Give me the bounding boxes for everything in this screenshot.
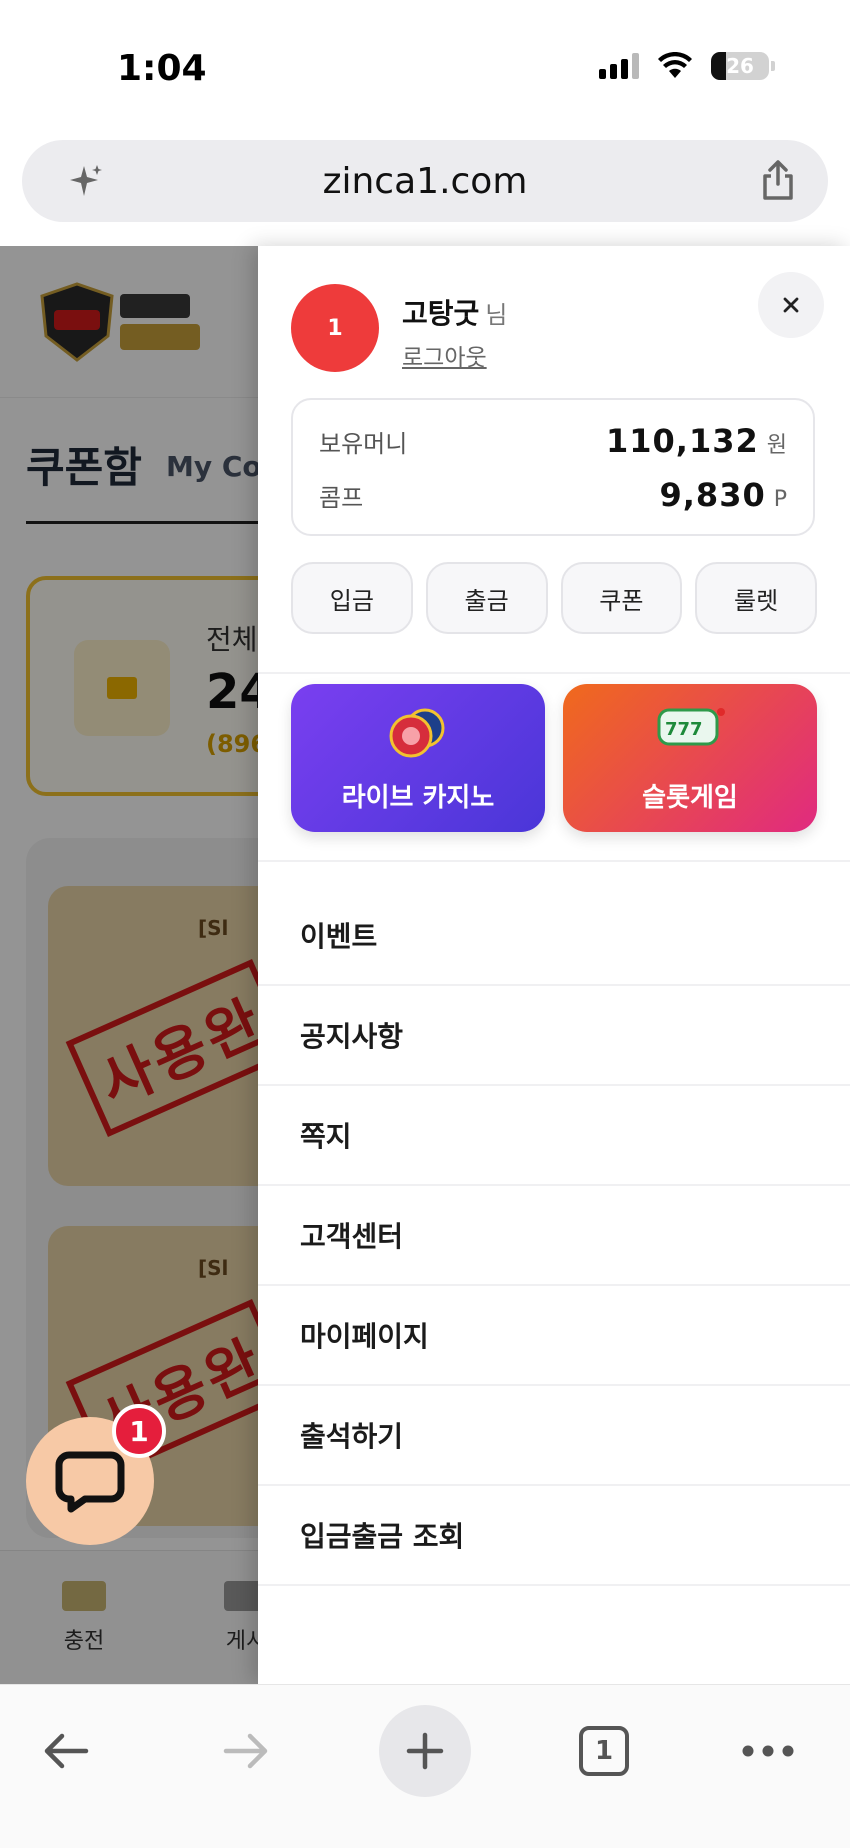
more-button[interactable] [722, 1705, 814, 1797]
logout-link[interactable]: 로그아웃 [402, 338, 487, 372]
comp-label: 콤프 [319, 484, 364, 512]
menu-item-support[interactable]: 고객센터 [258, 1186, 850, 1286]
more-icon [742, 1745, 794, 1757]
url-text: zinca1.com [322, 160, 528, 202]
slot-game-button[interactable]: 777 슬롯게임 [563, 684, 817, 832]
menu-item-event[interactable]: 이벤트 [258, 886, 850, 986]
forward-arrow-icon [223, 1733, 268, 1769]
new-tab-button[interactable] [379, 1705, 471, 1797]
back-button[interactable] [20, 1705, 112, 1797]
user-name: 고탕굿 님 [402, 292, 507, 332]
comp-unit: P [773, 487, 787, 512]
divider [258, 672, 850, 674]
menu-item-mypage[interactable]: 마이페이지 [258, 1286, 850, 1386]
roulette-button[interactable]: 룰렛 [695, 562, 817, 634]
coupon-button[interactable]: 쿠폰 [560, 562, 683, 634]
slot-game-label: 슬롯게임 [642, 783, 738, 813]
close-button[interactable] [758, 272, 824, 338]
drawer-menu: 이벤트 공지사항 쪽지 고객센터 마이페이지 출석하기 입금출금 조회 [258, 886, 850, 1586]
menu-item-messages[interactable]: 쪽지 [258, 1086, 850, 1186]
menu-item-transactions[interactable]: 입금출금 조회 [258, 1486, 850, 1586]
status-icons: 26 [599, 52, 775, 80]
plus-icon [406, 1732, 444, 1770]
svg-text:777: 777 [665, 719, 703, 740]
quick-actions: 입금 출금 쿠폰 룰렛 [291, 562, 817, 634]
user-suffix: 님 [485, 301, 508, 329]
menu-item-attendance[interactable]: 출석하기 [258, 1386, 850, 1486]
close-icon [783, 297, 799, 313]
wifi-icon [658, 52, 692, 78]
slot-machine-icon: 777 [657, 708, 725, 746]
tabs-button[interactable]: 1 [558, 1705, 650, 1797]
live-casino-button[interactable]: 라이브 카지노 [291, 684, 545, 832]
chat-icon [55, 1451, 125, 1513]
balance-box: 보유머니 110,132 원 콤프 9,830 P [291, 398, 815, 536]
battery-icon: 26 [711, 52, 769, 80]
money-label: 보유머니 [319, 430, 408, 458]
casino-chips-icon [389, 708, 445, 758]
live-casino-label: 라이브 카지노 [341, 783, 495, 813]
side-drawer: 1 고탕굿 님 로그아웃 보유머니 110,132 원 콤프 9,830 P 입금 출… [258, 246, 850, 1684]
game-shortcuts: 라이브 카지노 777 슬롯게임 [291, 684, 817, 832]
status-bar: 1:04 26 [0, 0, 850, 130]
sparkle-icon[interactable] [66, 162, 106, 202]
share-icon[interactable] [756, 158, 800, 202]
battery-tip [771, 61, 775, 71]
withdraw-button[interactable]: 출금 [425, 562, 548, 634]
user-level-avatar: 1 [291, 284, 379, 372]
battery-level: 26 [726, 54, 754, 78]
menu-item-notice[interactable]: 공지사항 [258, 986, 850, 1086]
chat-badge: 1 [112, 1404, 166, 1458]
username: 고탕굿 [402, 297, 480, 330]
address-bar[interactable]: zinca1.com [22, 140, 828, 222]
comp-value: 9,830 [659, 476, 766, 514]
back-arrow-icon [44, 1733, 89, 1769]
status-time: 1:04 [117, 48, 207, 89]
forward-button[interactable] [200, 1705, 292, 1797]
money-value: 110,132 [606, 422, 759, 460]
cellular-signal-icon [599, 53, 639, 79]
comp-row: 콤프 9,830 P [319, 476, 787, 514]
money-unit: 원 [766, 433, 787, 458]
browser-toolbar: 1 [0, 1684, 850, 1848]
divider [258, 860, 850, 862]
deposit-button[interactable]: 입금 [291, 562, 413, 634]
money-row: 보유머니 110,132 원 [319, 422, 787, 460]
tab-count: 1 [579, 1726, 629, 1776]
